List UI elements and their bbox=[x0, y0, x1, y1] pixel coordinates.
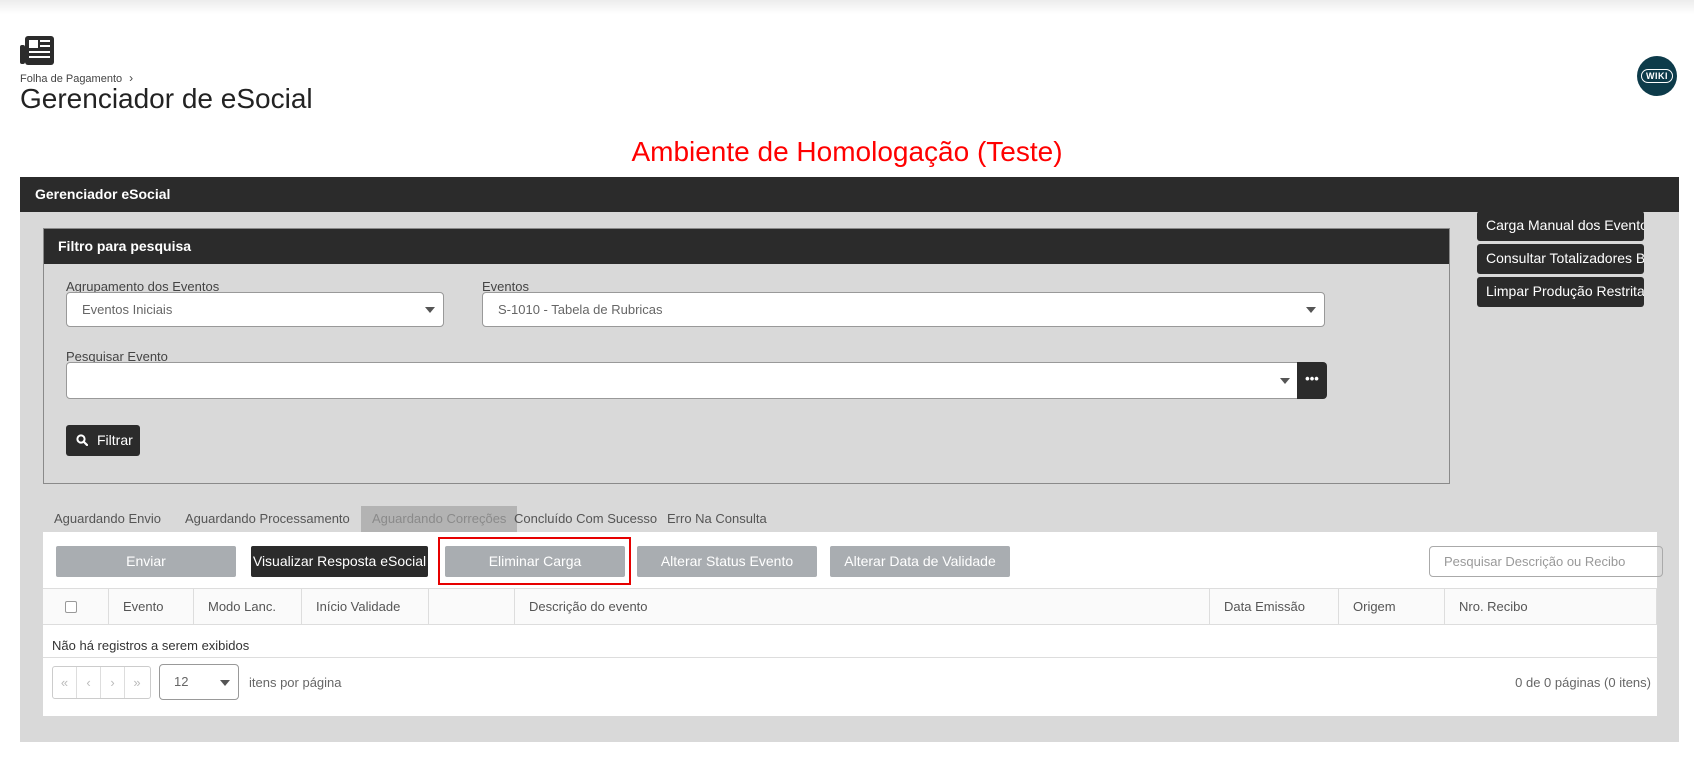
tab-aguardando-envio[interactable]: Aguardando Envio bbox=[43, 506, 172, 532]
environment-banner: Ambiente de Homologação (Teste) bbox=[631, 136, 1063, 167]
filter-button[interactable]: Filtrar bbox=[66, 425, 140, 456]
search-description-input[interactable]: Pesquisar Descrição ou Recibo bbox=[1429, 546, 1663, 577]
wiki-label: WIKI bbox=[1641, 69, 1673, 83]
events-grid: Enviar Visualizar Resposta eSocial Elimi… bbox=[43, 532, 1663, 717]
page-title: Gerenciador de eSocial bbox=[20, 83, 313, 114]
column-header[interactable]: Nro. Recibo bbox=[1444, 589, 1657, 624]
tab-erro-na-consulta[interactable]: Erro Na Consulta bbox=[656, 506, 778, 532]
tab-aguardando-processamento[interactable]: Aguardando Processamento bbox=[174, 506, 361, 532]
items-per-page-label: itens por página bbox=[249, 675, 342, 690]
change-validity-button[interactable]: Alterar Data de Validade bbox=[830, 546, 1010, 577]
filter-title: Filtro para pesquisa bbox=[44, 229, 1449, 264]
chevron-down-icon bbox=[425, 307, 435, 313]
filter-box: Filtro para pesquisa Agrupamento dos Eve… bbox=[43, 228, 1450, 484]
filter-button-label: Filtrar bbox=[97, 432, 133, 448]
chevron-down-icon bbox=[1280, 378, 1290, 384]
first-page-button[interactable]: « bbox=[53, 667, 77, 698]
manual-load-button[interactable]: Carga Manual dos Eventos bbox=[1477, 211, 1644, 241]
table-header: Evento Modo Lanc. Início Validade Descri… bbox=[43, 588, 1657, 625]
search-event-input[interactable] bbox=[66, 362, 1299, 399]
more-options-button[interactable]: ••• bbox=[1297, 362, 1327, 399]
eliminate-load-button[interactable]: Eliminar Carga bbox=[445, 546, 625, 577]
newspaper-icon bbox=[20, 35, 56, 67]
change-status-button[interactable]: Alterar Status Evento bbox=[637, 546, 817, 577]
send-button[interactable]: Enviar bbox=[56, 546, 236, 577]
pager: « ‹ › » 12 itens por página 0 de 0 págin… bbox=[43, 657, 1657, 717]
chevron-down-icon bbox=[220, 680, 230, 686]
empty-message: Não há registros a serem exibidos bbox=[52, 638, 250, 653]
column-header[interactable]: Descrição do evento bbox=[514, 589, 1209, 624]
consult-totalizers-button[interactable]: Consultar Totalizadores Base bbox=[1477, 244, 1644, 274]
column-header[interactable]: Início Validade bbox=[301, 589, 428, 624]
column-header[interactable]: Data Emissão bbox=[1209, 589, 1338, 624]
column-header[interactable] bbox=[428, 589, 514, 624]
top-shadow bbox=[0, 0, 1694, 14]
search-icon bbox=[76, 434, 88, 446]
view-response-button[interactable]: Visualizar Resposta eSocial bbox=[251, 546, 428, 577]
esocial-panel: Gerenciador eSocial Filtro para pesquisa… bbox=[20, 177, 1679, 742]
select-all-cell bbox=[43, 589, 108, 624]
tab-aguardando-correcoes[interactable]: Aguardando Correções bbox=[361, 506, 518, 532]
chevron-down-icon bbox=[1306, 307, 1316, 313]
wiki-button[interactable]: WIKI bbox=[1637, 56, 1677, 96]
page-size-select[interactable]: 12 bbox=[159, 664, 239, 700]
events-value: S-1010 - Tabela de Rubricas bbox=[498, 302, 663, 317]
prev-page-button[interactable]: ‹ bbox=[77, 667, 101, 698]
select-all-checkbox[interactable] bbox=[65, 601, 77, 613]
column-header[interactable]: Evento bbox=[108, 589, 193, 624]
panel-title: Gerenciador eSocial bbox=[20, 177, 1679, 212]
next-page-button[interactable]: › bbox=[101, 667, 125, 698]
tab-concluido-com-sucesso[interactable]: Concluído Com Sucesso bbox=[503, 506, 668, 532]
grouping-select[interactable]: Eventos Iniciais bbox=[66, 292, 444, 327]
clear-restricted-production-button[interactable]: Limpar Produção Restrita bbox=[1477, 277, 1644, 307]
events-select[interactable]: S-1010 - Tabela de Rubricas bbox=[482, 292, 1325, 327]
column-header[interactable]: Origem bbox=[1338, 589, 1444, 624]
pager-info: 0 de 0 páginas (0 itens) bbox=[1515, 675, 1651, 690]
pager-nav: « ‹ › » bbox=[52, 666, 151, 699]
grouping-value: Eventos Iniciais bbox=[82, 302, 173, 317]
page-size-value: 12 bbox=[174, 674, 189, 689]
last-page-button[interactable]: » bbox=[125, 667, 149, 698]
column-header[interactable]: Modo Lanc. bbox=[193, 589, 301, 624]
